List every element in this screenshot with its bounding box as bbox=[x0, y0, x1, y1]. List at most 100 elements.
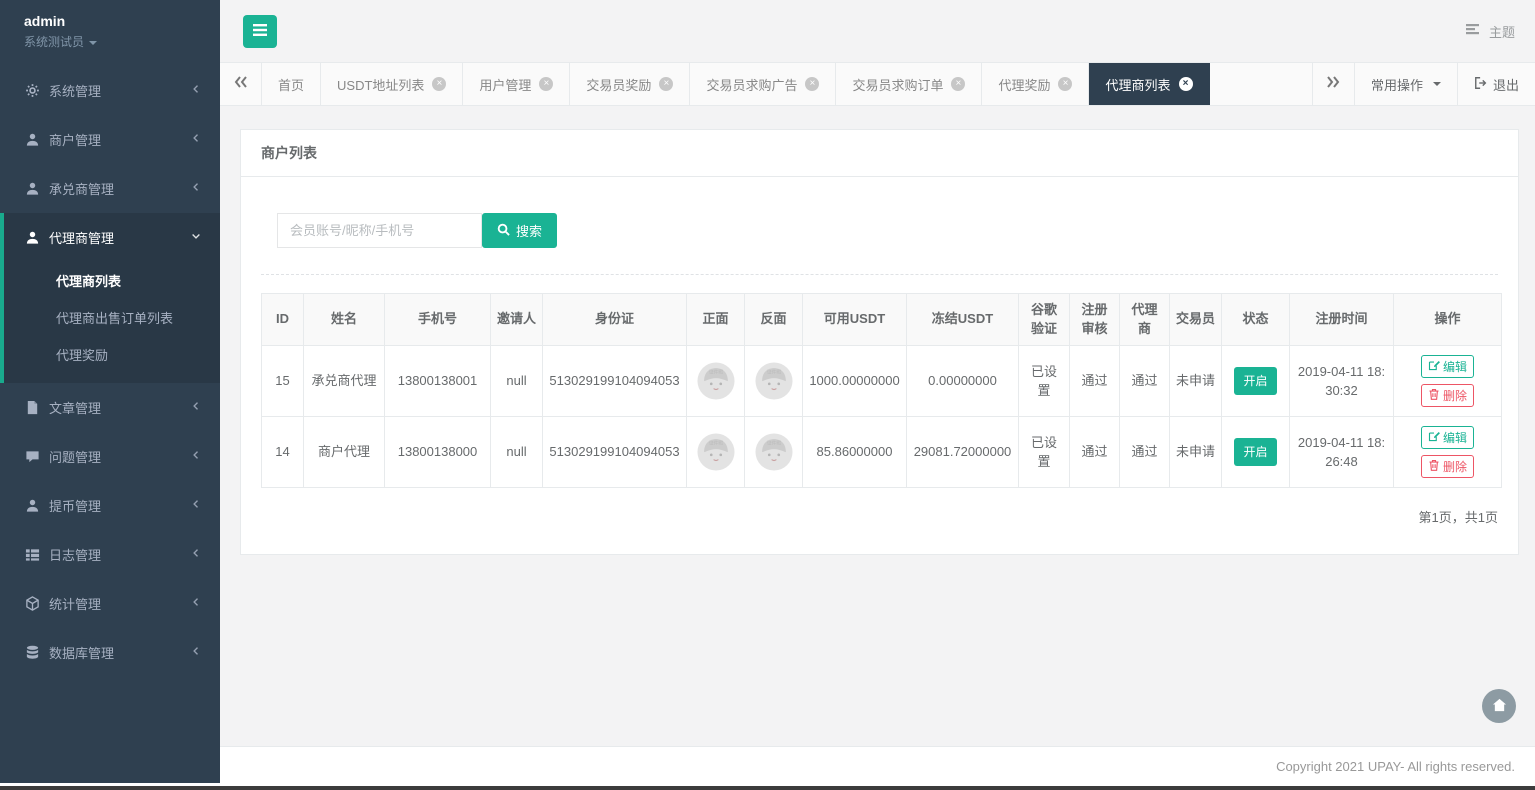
sidebar-subitem-2[interactable]: 代理奖励 bbox=[4, 336, 220, 373]
sidebar-item-label: 数据库管理 bbox=[49, 643, 190, 662]
sidebar-group-2: 承兑商管理 bbox=[0, 164, 220, 213]
cell-agent: 通过 bbox=[1120, 346, 1170, 417]
chevron-left-icon bbox=[190, 400, 202, 415]
sidebar-item-3[interactable]: 代理商管理 bbox=[4, 213, 220, 262]
column-header-3: 邀请人 bbox=[491, 294, 543, 346]
tabs-scroll-left-button[interactable] bbox=[220, 63, 262, 105]
sidebar-item-label: 文章管理 bbox=[49, 398, 190, 417]
column-header-10: 注册审核 bbox=[1070, 294, 1120, 346]
user-icon bbox=[25, 132, 40, 147]
merchant-table: ID姓名手机号邀请人身份证正面反面可用USDT冻结USDT谷歌验证注册审核代理商… bbox=[261, 293, 1502, 488]
sidebar-item-8[interactable]: 统计管理 bbox=[0, 579, 220, 628]
tab-0[interactable]: 首页 bbox=[262, 63, 321, 105]
close-tab-icon[interactable]: × bbox=[805, 77, 819, 91]
main-content: 商户列表 搜索 bbox=[220, 106, 1535, 746]
tab-4[interactable]: 交易员求购广告× bbox=[690, 63, 836, 105]
user-role-dropdown[interactable]: 系统测试员 bbox=[24, 33, 220, 50]
close-tab-icon[interactable]: × bbox=[1058, 77, 1072, 91]
footer: Copyright 2021 UPAY- All rights reserved… bbox=[220, 746, 1535, 786]
tab-label: USDT地址列表 bbox=[337, 75, 424, 94]
sidebar-group-6: 提币管理 bbox=[0, 481, 220, 530]
sidebar-item-2[interactable]: 承兑商管理 bbox=[0, 164, 220, 213]
cell-trader: 未申请 bbox=[1170, 346, 1222, 417]
double-chevron-left-icon bbox=[234, 75, 248, 93]
sidebar-subitem-0[interactable]: 代理商列表 bbox=[4, 262, 220, 299]
common-operations-dropdown[interactable]: 常用操作 bbox=[1354, 63, 1457, 105]
sidebar-item-1[interactable]: 商户管理 bbox=[0, 115, 220, 164]
sidebar-item-9[interactable]: 数据库管理 bbox=[0, 628, 220, 677]
sidebar-item-label: 商户管理 bbox=[49, 130, 190, 149]
sidebar-subitem-1[interactable]: 代理商出售订单列表 bbox=[4, 299, 220, 336]
cell-phone: 13800138001 bbox=[385, 346, 491, 417]
search-row: 搜索 bbox=[277, 213, 1498, 248]
cell-id: 15 bbox=[262, 346, 304, 417]
cube-icon bbox=[25, 596, 40, 611]
back-to-top-button[interactable] bbox=[1482, 689, 1516, 723]
sidebar-item-6[interactable]: 提币管理 bbox=[0, 481, 220, 530]
tab-label: 代理商列表 bbox=[1105, 75, 1170, 94]
tabs-scroll-right-button[interactable] bbox=[1312, 63, 1354, 105]
close-tab-icon[interactable]: × bbox=[1179, 77, 1193, 91]
tab-label: 交易员求购订单 bbox=[852, 75, 943, 94]
tab-7[interactable]: 代理商列表 × bbox=[1089, 63, 1209, 105]
tab-label: 用户管理 bbox=[479, 75, 531, 94]
cell-trader: 未申请 bbox=[1170, 417, 1222, 488]
idcard-back-image[interactable]: 证件照 bbox=[755, 372, 793, 387]
cell-status: 开启 bbox=[1222, 346, 1290, 417]
tab-5[interactable]: 交易员求购订单 × bbox=[836, 63, 982, 105]
window-bottom-edge bbox=[0, 786, 1535, 790]
sidebar-item-4[interactable]: 文章管理 bbox=[0, 383, 220, 432]
tab-label: 代理奖励 bbox=[998, 75, 1050, 94]
delete-button-label: 删除 bbox=[1443, 458, 1467, 475]
close-tab-icon[interactable]: × bbox=[659, 77, 673, 91]
idcard-front-image[interactable]: 证件照 bbox=[697, 372, 735, 387]
cell-reg-time: 2019-04-11 18:26:48 bbox=[1290, 417, 1394, 488]
chevron-left-icon bbox=[190, 83, 202, 98]
tab-3[interactable]: 交易员奖励× bbox=[570, 63, 690, 105]
search-input[interactable] bbox=[277, 213, 482, 248]
hamburger-icon bbox=[252, 23, 268, 40]
logout-button[interactable]: 退出 bbox=[1457, 63, 1535, 105]
delete-button-label: 删除 bbox=[1443, 387, 1467, 404]
sidebar-item-5[interactable]: 问题管理 bbox=[0, 432, 220, 481]
tab-6[interactable]: 代理奖励 × bbox=[982, 63, 1089, 105]
table-row: 14商户代理13800138000null513029199104094053证… bbox=[262, 417, 1502, 488]
common-operations-label: 常用操作 bbox=[1371, 75, 1423, 94]
cell-reg-time: 2019-04-11 18:30:32 bbox=[1290, 346, 1394, 417]
sidebar-nav: 系统管理商户管理承兑商管理代理商管理代理商列表代理商出售订单列表代理奖励文章管理… bbox=[0, 66, 220, 677]
theme-button[interactable]: 主题 bbox=[1466, 22, 1515, 41]
sidebar-group-5: 问题管理 bbox=[0, 432, 220, 481]
close-tab-icon[interactable]: × bbox=[432, 77, 446, 91]
cell-usdt-available: 85.86000000 bbox=[803, 417, 907, 488]
column-header-1: 姓名 bbox=[304, 294, 385, 346]
cell-id-card: 513029199104094053 bbox=[543, 346, 687, 417]
delete-button[interactable]: 删除 bbox=[1421, 384, 1474, 407]
idcard-front-image[interactable]: 证件照 bbox=[697, 443, 735, 458]
sidebar-group-3: 代理商管理代理商列表代理商出售订单列表代理奖励 bbox=[0, 213, 220, 383]
column-header-13: 状态 bbox=[1222, 294, 1290, 346]
close-tab-icon[interactable]: × bbox=[951, 77, 965, 91]
column-header-11: 代理商 bbox=[1120, 294, 1170, 346]
caret-down-icon bbox=[1433, 82, 1441, 86]
edit-button[interactable]: 编辑 bbox=[1421, 355, 1474, 378]
status-badge[interactable]: 开启 bbox=[1234, 438, 1276, 466]
delete-button[interactable]: 删除 bbox=[1421, 455, 1474, 478]
trash-icon bbox=[1428, 459, 1440, 474]
idcard-back-image[interactable]: 证件照 bbox=[755, 443, 793, 458]
status-badge[interactable]: 开启 bbox=[1234, 367, 1276, 395]
table-header-row: ID姓名手机号邀请人身份证正面反面可用USDT冻结USDT谷歌验证注册审核代理商… bbox=[262, 294, 1502, 346]
cell-reg-audit: 通过 bbox=[1070, 417, 1120, 488]
cell-reg-audit: 通过 bbox=[1070, 346, 1120, 417]
tab-2[interactable]: 用户管理 × bbox=[463, 63, 570, 105]
cell-actions: 编辑删除 bbox=[1394, 346, 1502, 417]
tab-1[interactable]: USDT地址列表 × bbox=[321, 63, 463, 105]
sidebar-item-7[interactable]: 日志管理 bbox=[0, 530, 220, 579]
sidebar-toggle-button[interactable] bbox=[243, 15, 277, 48]
close-tab-icon[interactable]: × bbox=[539, 77, 553, 91]
sidebar-group-8: 统计管理 bbox=[0, 579, 220, 628]
sidebar-group-4: 文章管理 bbox=[0, 383, 220, 432]
search-button[interactable]: 搜索 bbox=[482, 213, 557, 248]
edit-button[interactable]: 编辑 bbox=[1421, 426, 1474, 449]
cell-id: 14 bbox=[262, 417, 304, 488]
sidebar-item-0[interactable]: 系统管理 bbox=[0, 66, 220, 115]
